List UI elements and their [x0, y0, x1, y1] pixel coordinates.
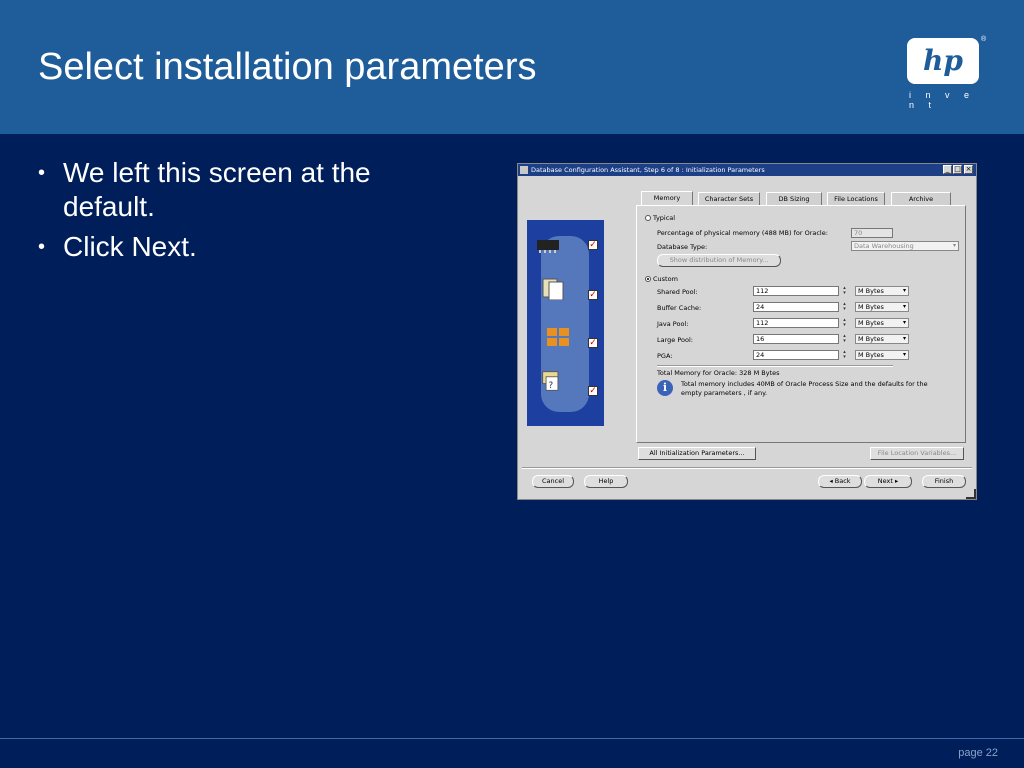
step-check-icon: ✓	[588, 338, 598, 348]
next-arrow-icon: ▸	[892, 477, 899, 485]
bullet-icon: •	[38, 162, 46, 184]
bullet-text: We left this screen at the default.	[63, 157, 371, 222]
shared-pool-label: Shared Pool:	[657, 288, 698, 296]
step-check-icon: ✓	[588, 290, 598, 300]
custom-radio[interactable]	[645, 276, 651, 282]
shared-pool-unit-select[interactable]: M Bytes	[855, 286, 909, 296]
slide-header: Select installation parameters hp ® i n …	[0, 0, 1024, 134]
sizing-blocks-icon	[547, 328, 569, 346]
pga-unit-select[interactable]: M Bytes	[855, 350, 909, 360]
buffer-cache-spinner[interactable]: ▴ ▾	[841, 302, 848, 312]
tab-file-locations[interactable]: File Locations	[827, 192, 885, 205]
window-title: Database Configuration Assistant, Step 6…	[531, 166, 765, 174]
pga-input[interactable]: 24	[753, 350, 839, 360]
memory-chip-icon	[537, 240, 559, 253]
back-label: Back	[834, 477, 851, 485]
info-text-line2: empty parameters , if any.	[681, 389, 768, 397]
custom-label: Custom	[653, 275, 678, 283]
database-type-select[interactable]: Data Warehousing	[851, 241, 959, 251]
buffer-cache-label: Buffer Cache:	[657, 304, 702, 312]
slide-title: Select installation parameters	[38, 46, 537, 88]
typical-radio[interactable]	[645, 215, 651, 221]
bullet-list: • We left this screen at the default. • Cl…	[38, 156, 458, 270]
close-button[interactable]: ×	[964, 165, 973, 174]
typical-label: Typical	[653, 214, 676, 222]
svg-text:?: ?	[549, 380, 554, 390]
java-pool-input[interactable]: 112	[753, 318, 839, 328]
large-pool-spinner[interactable]: ▴ ▾	[841, 334, 848, 344]
tab-character-sets[interactable]: Character Sets	[698, 192, 760, 205]
back-button[interactable]: ◂ Back	[818, 475, 862, 488]
large-pool-unit-select[interactable]: M Bytes	[855, 334, 909, 344]
folder-files-icon: ?	[542, 371, 559, 391]
info-icon: i	[657, 380, 673, 396]
file-location-variables-button[interactable]: File Location Variables...	[870, 447, 964, 460]
tab-db-sizing[interactable]: DB Sizing	[766, 192, 822, 205]
percent-label: Percentage of physical memory (488 MB) f…	[657, 229, 828, 237]
large-pool-label: Large Pool:	[657, 336, 693, 344]
maximize-button[interactable]: □	[953, 165, 962, 174]
large-pool-input[interactable]: 16	[753, 334, 839, 344]
java-pool-spinner[interactable]: ▴ ▾	[841, 318, 848, 328]
hp-logo-text: hp	[923, 44, 963, 77]
database-type-label: Database Type:	[657, 243, 708, 251]
bullet-item: • Click Next.	[38, 230, 458, 264]
info-text-line1: Total memory includes 40MB of Oracle Pro…	[681, 380, 928, 388]
bullet-text: Click Next.	[63, 231, 197, 262]
dbca-window: Database Configuration Assistant, Step 6…	[517, 163, 977, 500]
finish-button[interactable]: Finish	[922, 475, 966, 488]
separator	[657, 365, 893, 367]
tab-archive[interactable]: Archive	[891, 192, 951, 205]
footer-divider	[0, 738, 1024, 739]
cancel-button[interactable]: Cancel	[532, 475, 574, 488]
help-button[interactable]: Help	[584, 475, 628, 488]
shared-pool-input[interactable]: 112	[753, 286, 839, 296]
percent-input[interactable]: 70	[851, 228, 893, 238]
bullet-item: • We left this screen at the default.	[38, 156, 458, 224]
window-app-icon	[520, 166, 528, 174]
page-number: page 22	[958, 747, 998, 759]
next-button[interactable]: Next ▸	[864, 475, 912, 488]
pga-spinner[interactable]: ▴ ▾	[841, 350, 848, 360]
java-pool-unit-select[interactable]: M Bytes	[855, 318, 909, 328]
buffer-cache-input[interactable]: 24	[753, 302, 839, 312]
registered-mark: ®	[981, 36, 987, 43]
buffer-cache-unit-select[interactable]: M Bytes	[855, 302, 909, 312]
window-titlebar[interactable]: Database Configuration Assistant, Step 6…	[518, 164, 976, 176]
hp-tagline: i n v e n t	[909, 90, 976, 110]
hp-logo-box: hp	[907, 38, 979, 84]
show-distribution-button[interactable]: Show distribution of Memory...	[657, 254, 781, 267]
java-pool-label: Java Pool:	[657, 320, 689, 328]
hp-logo: hp ® i n v e n t	[907, 36, 986, 110]
shared-pool-spinner[interactable]: ▴ ▾	[841, 286, 848, 296]
total-memory-text: Total Memory for Oracle: 328 M Bytes	[657, 369, 780, 377]
wizard-side-image: ✓ ✓ ✓ ? ✓	[527, 220, 604, 426]
resize-grip-icon[interactable]	[966, 489, 976, 499]
all-init-params-button[interactable]: All Initialization Parameters...	[638, 447, 756, 460]
separator	[522, 467, 972, 469]
pga-label: PGA:	[657, 352, 673, 360]
documents-icon	[542, 278, 564, 300]
step-check-icon: ✓	[588, 386, 598, 396]
memory-panel: Typical Percentage of physical memory (4…	[636, 205, 966, 443]
step-check-icon: ✓	[588, 240, 598, 250]
minimize-button[interactable]: _	[943, 165, 952, 174]
next-label: Next	[877, 477, 893, 485]
bullet-icon: •	[38, 236, 46, 258]
tab-memory[interactable]: Memory	[641, 191, 693, 206]
